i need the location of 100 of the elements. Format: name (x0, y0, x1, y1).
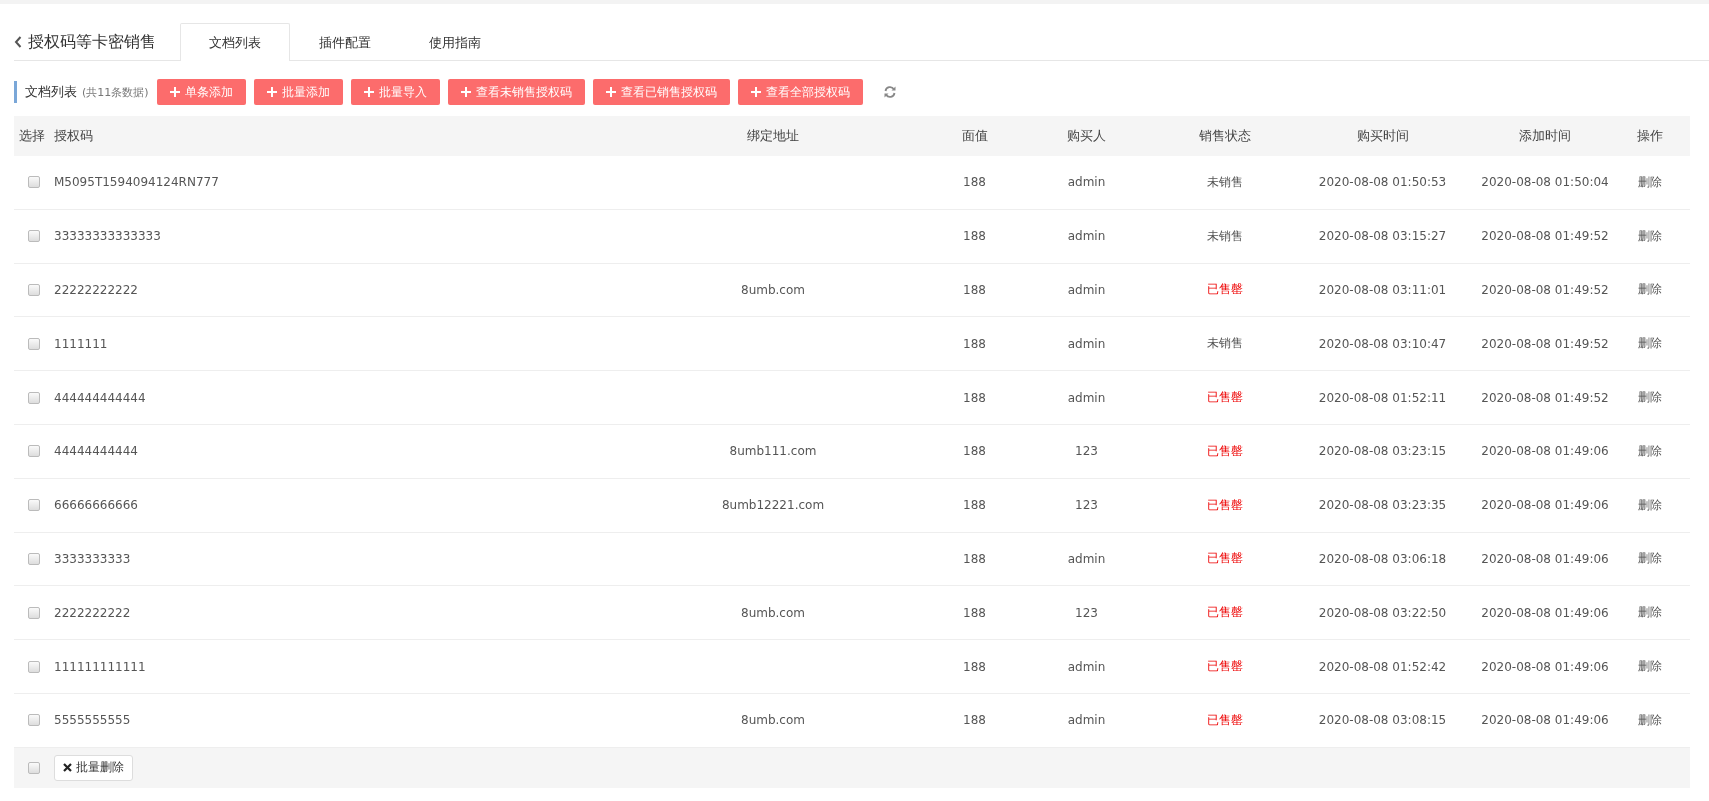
column-header: 面值 (960, 127, 989, 145)
delete-link[interactable]: 删除 (1625, 658, 1675, 676)
status-cell: 已售罄 (1207, 712, 1243, 727)
tab[interactable]: 文档列表 (180, 23, 290, 61)
purchase-time-cell-text: 2020-08-08 03:23:35 (1317, 498, 1448, 513)
code-cell-text: 66666666666 (54, 498, 139, 513)
added-time-cell-text: 2020-08-08 01:49:52 (1480, 229, 1610, 244)
address-cell: 8umb12221.com (721, 498, 825, 513)
purchase-time-cell-text: 2020-08-08 03:23:15 (1317, 444, 1448, 459)
value-cell-text: 188 (962, 390, 987, 405)
record-count: (共11条数据) (82, 85, 149, 101)
added-time-cell-text: 2020-08-08 01:50:04 (1480, 175, 1610, 190)
added-time-cell-text: 2020-08-08 01:49:06 (1480, 498, 1610, 513)
delete-link[interactable]: 删除 (1625, 496, 1675, 514)
code-cell-text: 444444444444 (54, 390, 147, 405)
delete-link[interactable]: 删除 (1625, 227, 1675, 245)
back-chevron-icon[interactable] (14, 36, 22, 48)
column-header: 添加时间 (1518, 127, 1572, 145)
added-time-cell-text: 2020-08-08 01:49:06 (1480, 713, 1610, 728)
code-cell-text: 3333333333 (54, 551, 132, 566)
purchase-time-cell-text: 2020-08-08 03:11:01 (1317, 283, 1448, 297)
row-checkbox[interactable] (28, 391, 40, 404)
buyer-cell-text: admin (1066, 713, 1107, 728)
status-cell: 已售罄 (1207, 390, 1243, 405)
row-checkbox[interactable] (28, 176, 40, 189)
buyer-cell-text: 123 (1074, 444, 1099, 459)
status-cell: 已售罄 (1207, 551, 1243, 566)
delete-link[interactable]: 删除 (1625, 389, 1675, 407)
close-icon (63, 763, 72, 773)
added-time-cell-text: 2020-08-08 01:49:06 (1480, 444, 1610, 459)
row-checkbox[interactable] (28, 606, 40, 619)
value-cell-text: 188 (962, 229, 987, 244)
plus-icon (266, 87, 277, 97)
plus-icon (750, 87, 761, 97)
address-cell: 8umb.com (741, 283, 805, 297)
page-title: 授权码等卡密销售 (28, 31, 156, 53)
address-cell: 8umb.com (741, 713, 805, 728)
column-header: 购买人 (1066, 127, 1107, 145)
added-time-cell-text: 2020-08-08 01:49:52 (1480, 336, 1610, 351)
status-cell: 已售罄 (1207, 497, 1243, 512)
added-time-cell-text: 2020-08-08 01:49:06 (1480, 659, 1610, 674)
purchase-time-cell-text: 2020-08-08 01:52:42 (1317, 659, 1448, 674)
plus-icon (169, 87, 180, 97)
delete-link[interactable]: 删除 (1625, 281, 1675, 299)
column-header: 操作 (1636, 127, 1664, 145)
delete-link[interactable]: 删除 (1625, 335, 1675, 353)
code-cell-text: 111111111111 (54, 659, 147, 674)
value-cell-text: 188 (962, 659, 987, 674)
column-header: 选择 (18, 127, 46, 145)
code-cell-text: 5555555555 (54, 713, 132, 728)
purchase-time-cell-text: 2020-08-08 03:10:47 (1317, 336, 1448, 351)
code-cell-text: 22222222222 (54, 283, 139, 297)
row-checkbox[interactable] (28, 337, 40, 350)
code-cell-text: 2222222222 (54, 605, 132, 620)
row-checkbox[interactable] (28, 230, 40, 243)
status-cell: 未销售 (1207, 336, 1243, 351)
code-cell-text: 1111111 (54, 336, 109, 351)
row-checkbox[interactable] (28, 714, 40, 727)
tab[interactable]: 使用指南 (400, 23, 510, 61)
purchase-time-cell-text: 2020-08-08 01:50:53 (1317, 175, 1448, 190)
buyer-cell-text: admin (1066, 551, 1107, 566)
delete-link[interactable]: 删除 (1625, 550, 1675, 568)
plus-icon (605, 87, 616, 97)
buyer-cell-text: 123 (1074, 498, 1099, 513)
delete-link[interactable]: 删除 (1625, 442, 1675, 460)
status-cell: 已售罄 (1207, 443, 1243, 458)
purchase-time-cell-text: 2020-08-08 03:08:15 (1317, 713, 1448, 728)
delete-link[interactable]: 删除 (1625, 604, 1675, 622)
status-cell: 未销售 (1207, 174, 1243, 189)
value-cell-text: 188 (962, 498, 987, 513)
batch-delete-button[interactable]: 批量删除 (54, 754, 133, 781)
buyer-cell-text: admin (1066, 283, 1107, 297)
select-all-checkbox[interactable] (28, 761, 40, 774)
column-header: 授权码 (54, 127, 94, 145)
refresh-icon[interactable] (882, 85, 897, 99)
code-cell-text: 33333333333333 (54, 229, 162, 244)
status-cell: 已售罄 (1207, 605, 1243, 620)
plus-icon (460, 87, 471, 97)
column-header: 销售状态 (1198, 127, 1252, 145)
value-cell-text: 188 (962, 283, 987, 297)
row-checkbox[interactable] (28, 445, 40, 458)
value-cell-text: 188 (962, 336, 987, 351)
status-cell: 已售罄 (1207, 659, 1243, 674)
status-cell: 已售罄 (1207, 282, 1243, 297)
added-time-cell-text: 2020-08-08 01:49:52 (1480, 283, 1610, 297)
row-checkbox[interactable] (28, 660, 40, 673)
row-checkbox[interactable] (28, 499, 40, 512)
section-title: 文档列表 (25, 83, 77, 101)
delete-link[interactable]: 删除 (1625, 173, 1675, 191)
value-cell-text: 188 (962, 605, 987, 620)
purchase-time-cell-text: 2020-08-08 03:15:27 (1317, 229, 1448, 244)
code-cell-text: M5095T1594094124RN777 (54, 175, 220, 190)
status-cell: 未销售 (1207, 228, 1243, 243)
buyer-cell-text: admin (1066, 175, 1107, 190)
row-checkbox[interactable] (28, 552, 40, 565)
value-cell-text: 188 (962, 444, 987, 459)
tab[interactable]: 插件配置 (290, 23, 400, 61)
row-checkbox[interactable] (28, 284, 40, 296)
address-cell: 8umb111.com (729, 444, 817, 459)
delete-link[interactable]: 删除 (1625, 711, 1675, 729)
